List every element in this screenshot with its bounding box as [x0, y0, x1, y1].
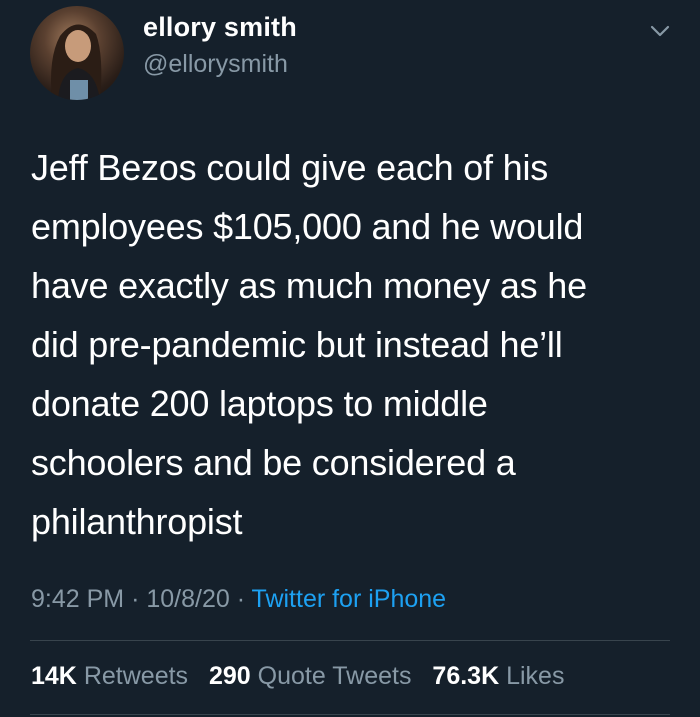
stat-count: 290 — [209, 662, 251, 690]
divider — [30, 714, 670, 715]
user-handle[interactable]: @ellorysmith — [143, 50, 288, 79]
divider — [30, 640, 670, 641]
tweet-meta: 9:42 PM · 10/8/20 · Twitter for iPhone — [31, 585, 446, 614]
tweet-stats: 14K Retweets 290 Quote Tweets 76.3K Like… — [31, 662, 578, 691]
stat-label: Quote Tweets — [257, 662, 412, 690]
likes-stat[interactable]: 76.3K Likes — [432, 662, 564, 690]
quote-tweets-stat[interactable]: 290 Quote Tweets — [209, 662, 418, 690]
avatar[interactable] — [30, 6, 124, 100]
stat-count: 14K — [31, 662, 77, 690]
tweet-text: Jeff Bezos could give each of his employ… — [31, 147, 587, 542]
stat-label: Likes — [506, 662, 565, 690]
retweets-stat[interactable]: 14K Retweets — [31, 662, 195, 690]
stat-label: Retweets — [83, 662, 189, 690]
display-name[interactable]: ellory smith — [143, 12, 297, 43]
avatar-photo — [51, 24, 102, 100]
meta-separator: · — [236, 585, 246, 613]
chevron-down-icon[interactable] — [649, 20, 671, 42]
tweet-source-link[interactable]: Twitter for iPhone — [252, 585, 447, 613]
stat-count: 76.3K — [432, 662, 500, 690]
tweet-date[interactable]: 10/8/20 — [146, 585, 229, 613]
tweet-time[interactable]: 9:42 PM — [31, 585, 124, 613]
meta-separator: · — [131, 585, 140, 613]
